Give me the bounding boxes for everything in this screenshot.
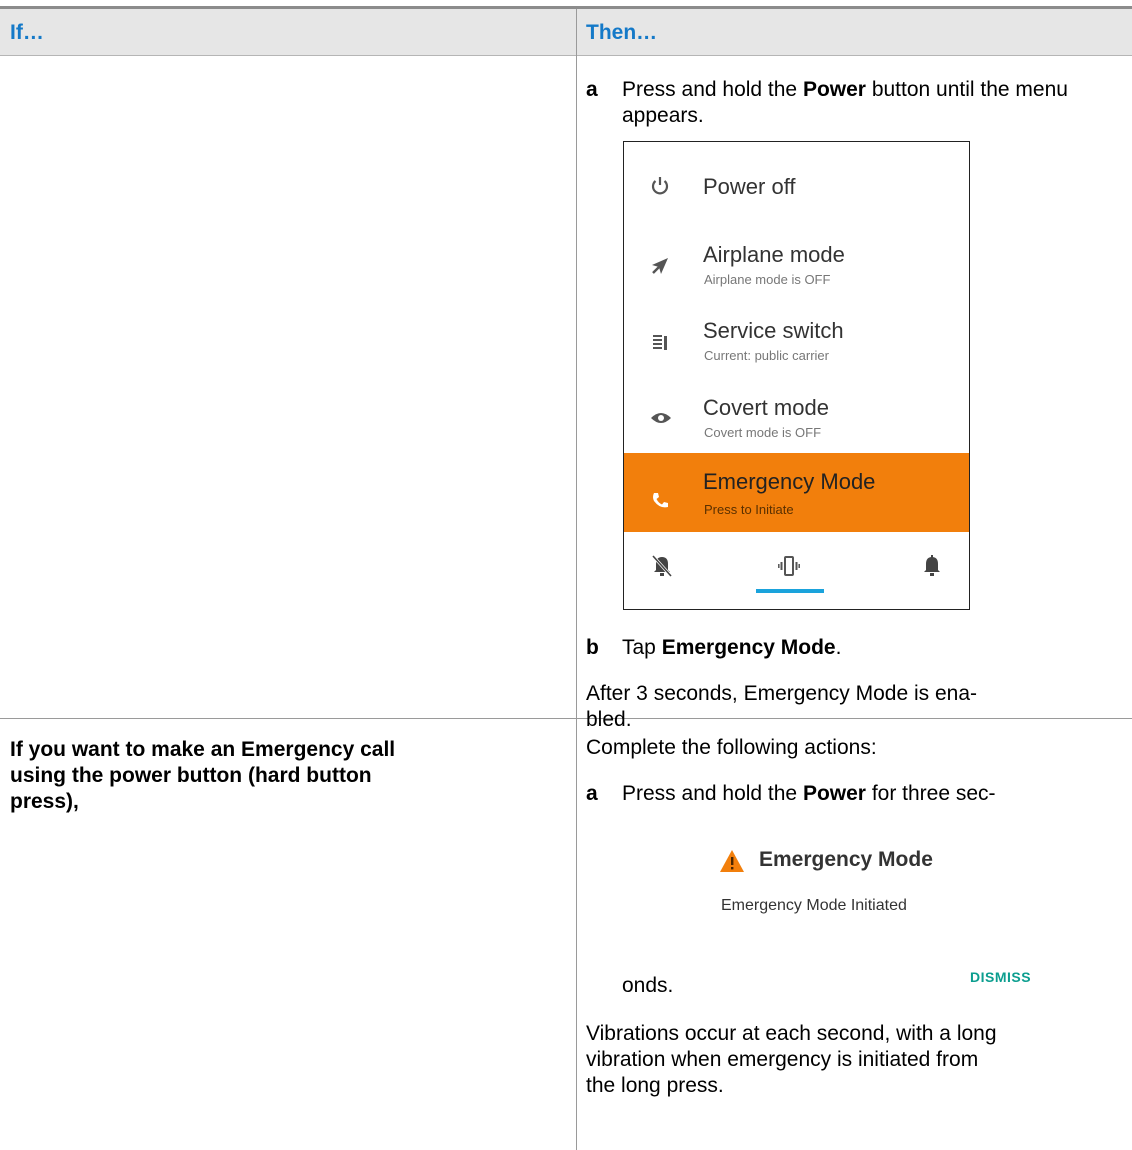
silent-bell-icon: [651, 554, 673, 578]
menu-item-sub: Press to Initiate: [704, 502, 794, 517]
menu-item-covert-mode: Covert mode Covert mode is OFF: [624, 373, 969, 449]
dismiss-button[interactable]: DISMISS: [970, 969, 1031, 985]
vibration-note-line-2: vibration when emergency is initiated fr…: [586, 1048, 979, 1071]
if-condition-line-1: If you want to make an Emergency call: [10, 738, 396, 761]
step-text: Tap Emergency Mode.: [622, 635, 1122, 661]
step-text-pre: Tap: [622, 636, 662, 659]
step-letter: a: [586, 78, 598, 101]
menu-item-sub: Covert mode is OFF: [704, 425, 822, 440]
vibration-note-line-3: the long press.: [586, 1074, 724, 1097]
service-switch-icon: [653, 335, 667, 350]
selected-indicator: [756, 589, 824, 593]
step-letter: b: [586, 636, 599, 659]
if-condition-line-3: press),: [10, 790, 79, 813]
menu-item-sub: Current: public carrier: [704, 348, 829, 363]
ringer-mode-bar: [624, 532, 969, 609]
notification-text: Emergency Mode Initiated: [721, 897, 907, 914]
vibrate-icon: [778, 556, 800, 576]
menu-item-label: Covert mode: [703, 395, 829, 420]
vibration-note-line-1: Vibrations occur at each second, with a …: [586, 1022, 997, 1045]
menu-item-power-off: Power off: [624, 142, 969, 218]
header-if: If…: [10, 21, 44, 44]
note-after-3-seconds-cont: bled.: [586, 707, 632, 733]
menu-item-label: Power off: [703, 174, 796, 199]
emergency-notification-screenshot: Emergency Mode Emergency Mode Initiated …: [655, 838, 1075, 998]
power-menu-screenshot: Power off Airplane mode Airplane mode is…: [623, 141, 970, 610]
note-line: After 3 seconds, Emergency Mode is ena-: [586, 682, 978, 705]
column-divider: [576, 9, 577, 1150]
row-divider: [0, 718, 1132, 719]
power-icon: [651, 177, 669, 195]
menu-item-label: Airplane mode: [703, 242, 845, 267]
eye-icon: [651, 413, 671, 423]
note-line: bled.: [586, 708, 632, 731]
step-a-continuation: onds.: [622, 974, 674, 997]
step-text-post: for three sec-: [865, 782, 996, 805]
step-text-bold: Power: [802, 782, 866, 805]
step-letter: a: [586, 782, 598, 805]
menu-item-emergency-mode: Emergency Mode Press to Initiate: [624, 453, 969, 532]
intro-text: Complete the following actions:: [586, 736, 877, 759]
step-text-bold: Emergency Mode: [661, 636, 836, 659]
if-condition-line-2: using the power button (hard button: [10, 764, 372, 787]
menu-item-service-switch: Service switch Current: public carrier: [624, 296, 969, 372]
menu-item-sub: Airplane mode is OFF: [704, 272, 831, 287]
airplane-icon: [652, 258, 668, 274]
step-text-post: .: [835, 636, 842, 659]
warning-icon: [720, 850, 744, 872]
notification-title: Emergency Mode: [759, 848, 933, 871]
step-text: Press and hold the Power button until th…: [622, 77, 1122, 129]
step-text: Press and hold the Power for three sec-: [622, 781, 1122, 807]
header-then: Then…: [586, 21, 658, 44]
menu-item-airplane: Airplane mode Airplane mode is OFF: [624, 220, 969, 296]
menu-item-label: Emergency Mode: [703, 469, 876, 494]
step-text-bold: Power: [802, 78, 866, 101]
step-text-pre: Press and hold the: [622, 782, 803, 805]
note-after-3-seconds: After 3 seconds, Emergency Mode is ena-: [586, 681, 977, 707]
bell-icon: [924, 555, 940, 576]
table-header: If… Then…: [0, 9, 1132, 56]
menu-item-label: Service switch: [703, 318, 844, 343]
step-text-pre: Press and hold the: [622, 78, 803, 101]
phone-icon: [653, 493, 668, 508]
